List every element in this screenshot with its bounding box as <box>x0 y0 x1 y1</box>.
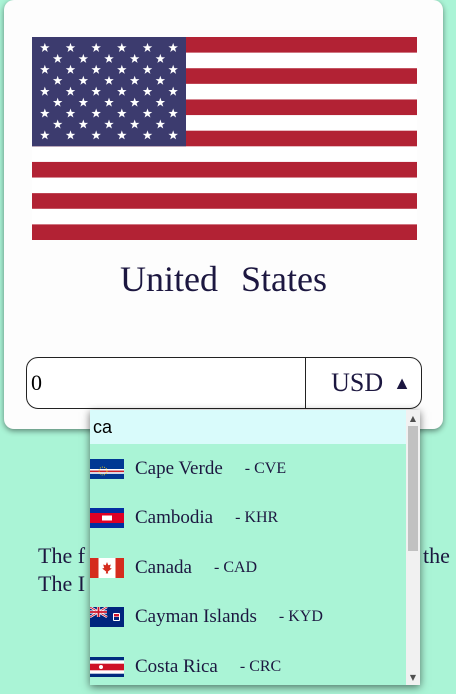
us-flag-icon <box>32 37 417 240</box>
currency-option-code: - KYD <box>278 608 323 626</box>
amount-input[interactable] <box>27 358 306 408</box>
scroll-down-arrow-icon[interactable]: ▼ <box>406 670 420 684</box>
chevron-up-icon: ▲ <box>393 372 411 393</box>
currency-search-input[interactable] <box>90 410 406 444</box>
currency-option-name: Costa Rica <box>135 655 218 677</box>
currency-option-name: Canada <box>135 556 192 578</box>
canada-flag-icon <box>90 557 124 578</box>
currency-option-name: Cayman Islands <box>135 606 257 628</box>
currency-option-code: - CAD <box>213 558 258 576</box>
currency-option-cayman-islands[interactable]: Cayman Islands - KYD <box>90 593 406 643</box>
currency-option-name: Cape Verde <box>135 457 223 479</box>
currency-option-name: Cambodia <box>135 507 214 529</box>
currency-code: USD <box>331 368 384 397</box>
cayman-islands-flag-icon <box>90 607 124 628</box>
country-name: United States <box>120 259 327 299</box>
converter-card: United States USD ▲ <box>4 0 443 429</box>
currency-list: Cape Verde - CVE Cambodia - KHR Canada -… <box>90 444 406 685</box>
currency-option-cape-verde[interactable]: Cape Verde - CVE <box>90 444 406 494</box>
scrollbar-thumb[interactable] <box>408 426 418 551</box>
costa-rica-flag-icon <box>90 656 124 677</box>
currency-option-cambodia[interactable]: Cambodia - KHR <box>90 494 406 544</box>
currency-option-code: - KHR <box>235 509 279 527</box>
currency-dropdown: Cape Verde - CVE Cambodia - KHR Canada -… <box>90 410 420 685</box>
cape-verde-flag-icon <box>90 458 124 479</box>
scroll-up-arrow-icon[interactable]: ▲ <box>406 411 420 425</box>
dropdown-scrollbar[interactable]: ▲ ▼ <box>406 410 420 685</box>
currency-select[interactable]: USD ▲ <box>306 358 421 408</box>
currency-option-canada[interactable]: Canada - CAD <box>90 543 406 593</box>
currency-option-code: - CVE <box>244 459 287 477</box>
currency-option-code: - CRC <box>239 657 282 675</box>
description-line-1-end: the <box>423 543 450 568</box>
cambodia-flag-icon <box>90 508 124 529</box>
currency-option-costa-rica[interactable]: Costa Rica - CRC <box>90 642 406 685</box>
amount-currency-row: USD ▲ <box>26 357 422 409</box>
